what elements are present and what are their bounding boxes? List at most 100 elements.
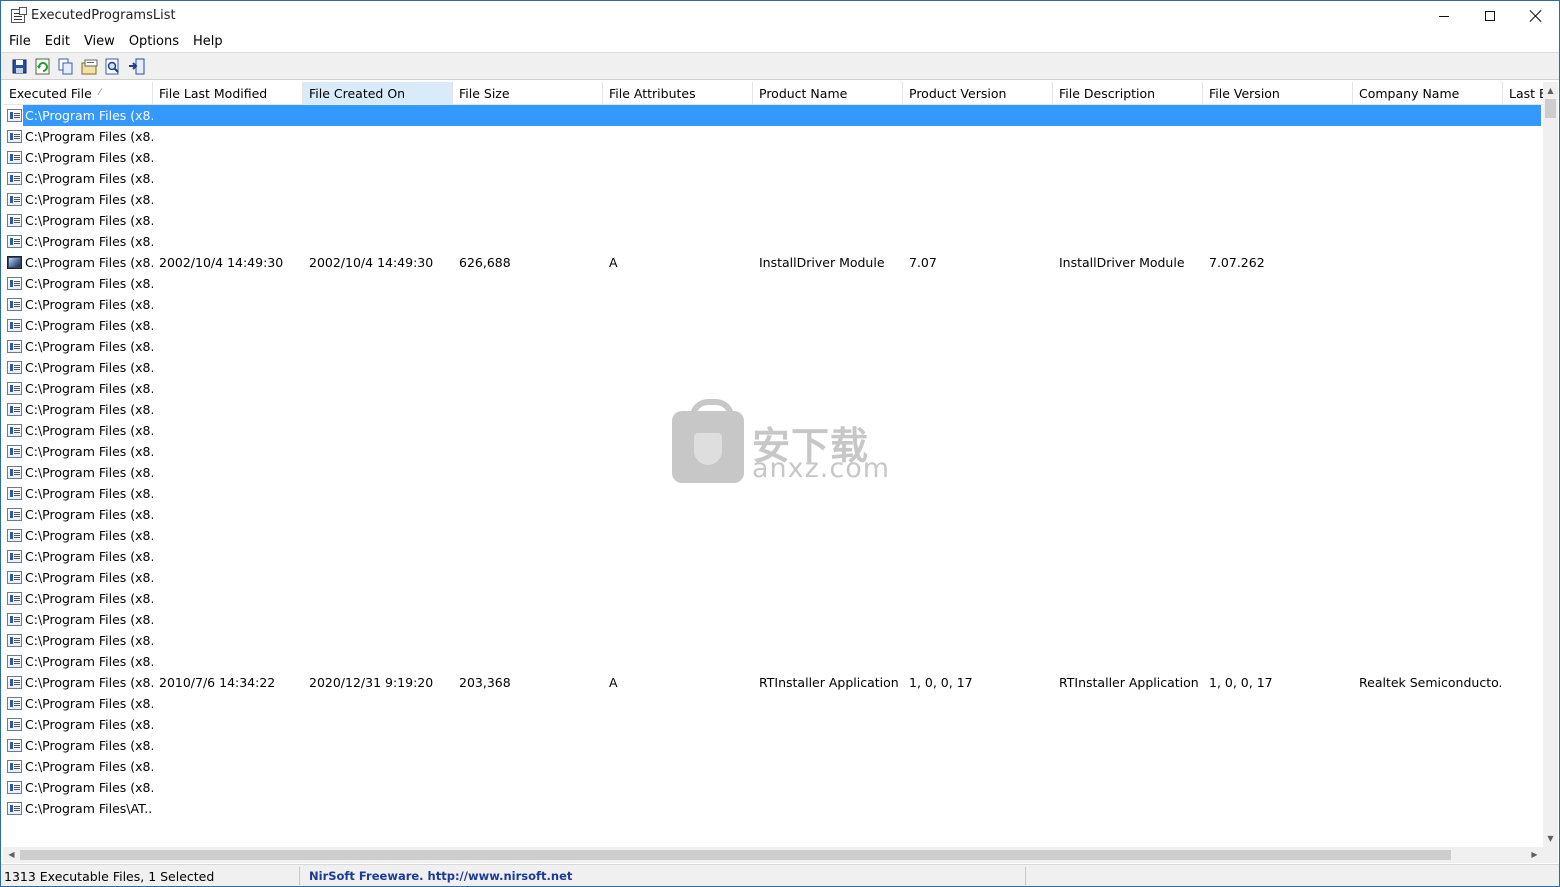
table-row[interactable]: C:\Program Files (x8... (3, 777, 1543, 798)
table-row[interactable]: C:\Program Files (x8... (3, 168, 1543, 189)
menu-options[interactable]: Options (122, 31, 186, 52)
table-row[interactable]: C:\Program Files (x8... (3, 525, 1543, 546)
table-row[interactable]: C:\Program Files (x8... (3, 714, 1543, 735)
menu-view[interactable]: View (77, 31, 122, 52)
scroll-up-icon[interactable]: ▲ (1543, 82, 1558, 99)
table-row[interactable]: C:\Program Files (x8... (3, 567, 1543, 588)
nirsoft-link[interactable]: NirSoft Freeware. http://www.nirsoft.net (309, 869, 572, 883)
horizontal-scroll-thumb[interactable] (20, 850, 1451, 860)
program-icon (7, 298, 22, 311)
close-button[interactable] (1513, 1, 1559, 31)
column-file-size[interactable]: File Size (453, 82, 603, 105)
menu-file[interactable]: File (2, 31, 38, 52)
cell-executed-file: C:\Program Files (x8... (25, 192, 153, 207)
column-last-executed[interactable]: Last E (1503, 82, 1543, 105)
cell-executed-file: C:\Program Files (x8... (25, 654, 153, 669)
program-icon (7, 445, 22, 458)
sort-ascending-icon: ⁄ (99, 88, 101, 98)
cell-description: InstallDriver Module (1059, 255, 1185, 270)
column-file-attributes[interactable]: File Attributes (603, 82, 753, 105)
program-icon (7, 802, 22, 815)
program-icon (7, 340, 22, 353)
program-icon (7, 781, 22, 794)
table-row[interactable]: C:\Program Files (x8... (3, 588, 1543, 609)
table-row[interactable]: C:\Program Files (x8... 2002/10/4 14:49:3… (3, 252, 1543, 273)
table-row[interactable]: C:\Program Files (x8... (3, 630, 1543, 651)
vertical-scrollbar[interactable]: ▲ ▼ (1543, 82, 1558, 847)
program-icon (7, 361, 22, 374)
properties-icon[interactable] (81, 58, 99, 75)
maximize-button[interactable] (1467, 1, 1513, 31)
table-row[interactable]: C:\Program Files (x8... (3, 378, 1543, 399)
find-icon[interactable] (104, 58, 122, 75)
app-icon (11, 7, 27, 23)
table-row[interactable]: C:\Program Files (x8... (3, 315, 1543, 336)
cell-executed-file: C:\Program Files (x8... (25, 150, 153, 165)
status-count: 1313 Executable Files, 1 Selected (4, 869, 215, 884)
column-executed-file[interactable]: Executed File ⁄ (3, 82, 153, 105)
column-product-name[interactable]: Product Name (753, 82, 903, 105)
cell-product-version: 7.07 (909, 255, 937, 270)
horizontal-scrollbar[interactable]: ◀ ▶ (3, 847, 1543, 863)
menu-edit[interactable]: Edit (38, 31, 77, 52)
table-row[interactable]: C:\Program Files (x8... (3, 105, 1543, 126)
table-row[interactable]: C:\Program Files (x8... (3, 651, 1543, 672)
save-icon[interactable] (11, 58, 29, 75)
table-row[interactable]: C:\Program Files (x8... (3, 126, 1543, 147)
table-row[interactable]: C:\Program Files (x8... (3, 546, 1543, 567)
program-icon (7, 235, 22, 248)
table-row[interactable]: C:\Program Files (x8... (3, 609, 1543, 630)
table-row[interactable]: C:\Program Files\AT... (3, 798, 1543, 819)
cell-executed-file: C:\Program Files (x8... (25, 402, 153, 417)
column-file-description[interactable]: File Description (1053, 82, 1203, 105)
refresh-icon[interactable] (34, 58, 52, 75)
column-file-created-on[interactable]: File Created On (303, 82, 453, 105)
menu-help[interactable]: Help (186, 31, 230, 52)
column-file-last-modified[interactable]: File Last Modified (153, 82, 303, 105)
table-row[interactable]: C:\Program Files (x8... (3, 189, 1543, 210)
minimize-button[interactable] (1421, 1, 1467, 31)
table-row[interactable]: C:\Program Files (x8... (3, 231, 1543, 252)
status-bar: 1313 Executable Files, 1 Selected NirSof… (1, 864, 1559, 886)
table-row[interactable]: C:\Program Files (x8... (3, 273, 1543, 294)
minimize-icon (1439, 15, 1449, 17)
program-icon (7, 613, 22, 626)
column-file-version[interactable]: File Version (1203, 82, 1353, 105)
cell-modified: 2010/7/6 14:34:22 (159, 675, 276, 690)
table-row[interactable]: C:\Program Files (x8... (3, 336, 1543, 357)
watermark-shield-icon (694, 433, 722, 465)
cell-created: 2002/10/4 14:49:30 (309, 255, 434, 270)
table-row[interactable]: C:\Program Files (x8... (3, 693, 1543, 714)
scroll-right-icon[interactable]: ▶ (1526, 847, 1543, 863)
copy-icon[interactable] (57, 58, 75, 75)
column-company-name[interactable]: Company Name (1353, 82, 1503, 105)
close-icon (1530, 10, 1542, 22)
window-title: ExecutedProgramsList (31, 8, 176, 23)
program-icon (7, 403, 22, 416)
exit-icon[interactable] (128, 58, 146, 75)
cell-description: RTInstaller Application (1059, 675, 1199, 690)
table-row[interactable]: C:\Program Files (x8... (3, 735, 1543, 756)
table-row[interactable]: C:\Program Files (x8... (3, 147, 1543, 168)
scroll-down-icon[interactable]: ▼ (1543, 830, 1558, 847)
cell-executed-file: C:\Program Files (x8... (25, 528, 153, 543)
cell-product-version: 1, 0, 0, 17 (909, 675, 973, 690)
cell-size: 203,368 (459, 675, 511, 690)
table-row[interactable]: C:\Program Files (x8... (3, 357, 1543, 378)
list-header: Executed File ⁄ File Last Modified File C… (3, 82, 1543, 105)
status-divider (1025, 867, 1026, 885)
table-row[interactable]: C:\Program Files (x8... (3, 210, 1543, 231)
maximize-icon (1485, 11, 1495, 21)
table-row[interactable]: C:\Program Files (x8... (3, 294, 1543, 315)
program-icon (7, 697, 22, 710)
status-divider (299, 867, 300, 885)
program-icon (7, 676, 22, 689)
program-image-icon (7, 256, 22, 269)
column-product-version[interactable]: Product Version (903, 82, 1053, 105)
table-row[interactable]: C:\Program Files (x8... 2010/7/6 14:34:22… (3, 672, 1543, 693)
cell-file-version: 7.07.262 (1209, 255, 1265, 270)
vertical-scroll-thumb[interactable] (1545, 99, 1556, 118)
table-row[interactable]: C:\Program Files (x8... (3, 756, 1543, 777)
scroll-left-icon[interactable]: ◀ (3, 847, 20, 863)
table-row[interactable]: C:\Program Files (x8... (3, 504, 1543, 525)
